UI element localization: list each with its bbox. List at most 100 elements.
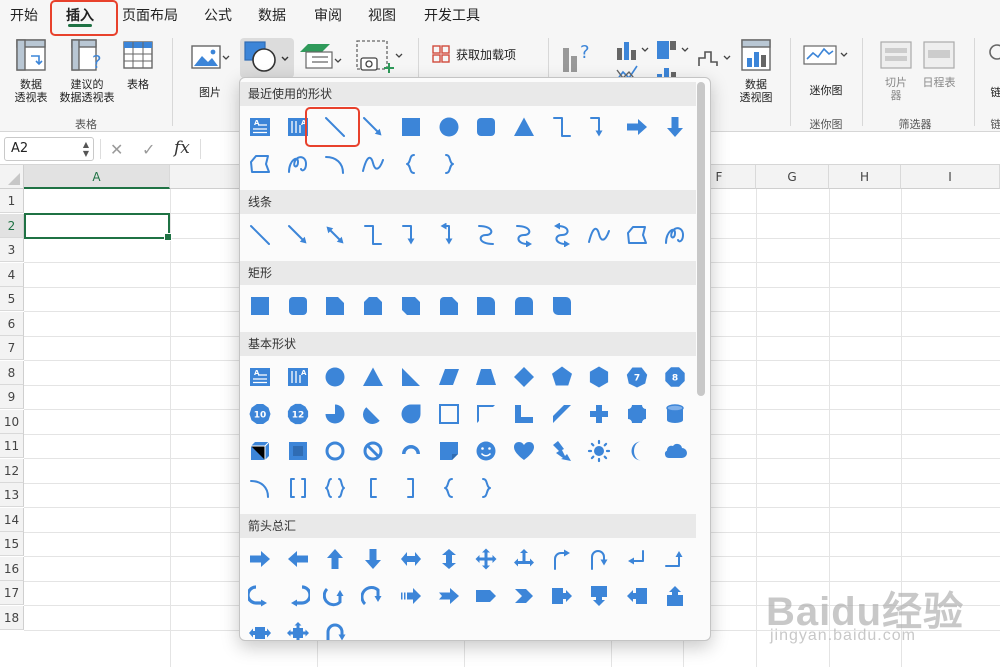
shape-parallelogram-icon[interactable] [434, 362, 464, 392]
recommended-pivot-button[interactable]: ? 建议的 数据透视表 [56, 38, 118, 104]
shape-pentagon-icon[interactable] [547, 362, 577, 392]
shape-l-shape-icon[interactable] [509, 399, 539, 429]
row-header[interactable]: 10 [0, 409, 24, 434]
shape-freeform-icon[interactable] [622, 220, 652, 250]
shape-down-arrow-icon[interactable] [358, 544, 388, 574]
shape-arrow-line-icon[interactable] [283, 220, 313, 250]
tab-2[interactable]: 页面布局 [122, 0, 178, 32]
shape-cloud-icon[interactable] [660, 436, 690, 466]
shape-elbow-connector-icon[interactable] [358, 220, 388, 250]
shape-double-arrow-line-icon[interactable] [320, 220, 350, 250]
shape-curve-icon[interactable] [584, 220, 614, 250]
shape-round-same-side-icon[interactable] [509, 291, 539, 321]
shape-rounded-rectangle-icon[interactable] [283, 291, 313, 321]
shape-line-icon[interactable] [245, 220, 275, 250]
shape-arc-icon[interactable] [320, 149, 350, 179]
shape-right-triangle-icon[interactable] [396, 362, 426, 392]
shape-heptagon-icon[interactable]: 7 [622, 362, 652, 392]
shapes-scrollbar[interactable] [697, 82, 705, 396]
row-header[interactable]: 14 [0, 507, 24, 532]
shape-left-up-arrow-icon[interactable] [622, 544, 652, 574]
shape-circular-arrow-icon[interactable] [320, 618, 350, 640]
tab-4[interactable]: 数据 [258, 0, 286, 32]
shape-curved-arrow-connector-icon[interactable] [509, 220, 539, 250]
row-header[interactable]: 9 [0, 385, 24, 409]
smartart-button[interactable] [298, 40, 342, 74]
shape-quad-arrow-callout-icon[interactable] [283, 618, 313, 640]
row-header[interactable]: 13 [0, 483, 24, 507]
shape-right-arrow-icon[interactable] [622, 112, 652, 142]
shape-left-right-arrow-icon[interactable] [396, 544, 426, 574]
shape-right-arrow-callout-icon[interactable] [547, 581, 577, 611]
shape-quad-arrow-icon[interactable] [471, 544, 501, 574]
shape-diagonal-stripe-icon[interactable] [547, 399, 577, 429]
shape-cube-icon[interactable] [245, 436, 275, 466]
shape-up-arrow-callout-icon[interactable] [660, 581, 690, 611]
shape-snip-same-side-icon[interactable] [358, 291, 388, 321]
shape-freeform-icon[interactable] [245, 149, 275, 179]
shape-left-right-up-arrow-icon[interactable] [509, 544, 539, 574]
active-cell-a2[interactable] [24, 213, 172, 241]
shape-folded-corner-icon[interactable] [434, 436, 464, 466]
screenshot-button[interactable] [354, 38, 406, 78]
shape-bevel-icon[interactable] [283, 436, 313, 466]
shape-plaque-icon[interactable] [622, 399, 652, 429]
slicer-button[interactable]: 切片 器 [874, 40, 918, 102]
column-header-i[interactable]: I [901, 165, 1000, 189]
shape-sun-icon[interactable] [584, 436, 614, 466]
shape-diamond-icon[interactable] [509, 362, 539, 392]
shape-left-bracket-icon[interactable] [358, 473, 388, 503]
shape-elbow-arrow-connector-icon[interactable] [584, 112, 614, 142]
shape-left-arrow-icon[interactable] [283, 544, 313, 574]
row-header[interactable]: 11 [0, 434, 24, 458]
row-header[interactable]: 8 [0, 360, 24, 385]
shape-triangle-icon[interactable] [509, 112, 539, 142]
cancel-icon[interactable]: ✕ [110, 140, 123, 159]
shape-vertical-text-box-icon[interactable]: A [283, 112, 313, 142]
shape-right-bracket-icon[interactable] [396, 473, 426, 503]
shape-curved-connector-icon[interactable] [471, 220, 501, 250]
shape-left-right-arrow-callout-icon[interactable] [245, 618, 275, 640]
column-header-a[interactable]: A [24, 165, 170, 189]
shape-up-down-arrow-icon[interactable] [434, 544, 464, 574]
name-box[interactable]: A2 ▲ ▼ [4, 137, 94, 161]
row-header[interactable]: 4 [0, 262, 24, 287]
row-header[interactable]: 15 [0, 532, 24, 556]
row-header[interactable]: 1 [0, 189, 24, 213]
recommended-charts-button[interactable]: ? [560, 40, 600, 76]
pivot-chart-button[interactable]: 数据 透视图 [734, 38, 778, 104]
shape-up-arrow-icon[interactable] [320, 544, 350, 574]
shape-snip-diagonal-icon[interactable] [396, 291, 426, 321]
shape-octagon-icon[interactable]: 8 [660, 362, 690, 392]
shape-curved-down-arrow-icon[interactable] [358, 581, 388, 611]
shape-elbow-arrow-connector-icon[interactable] [396, 220, 426, 250]
shape-oval-icon[interactable] [434, 112, 464, 142]
shape-rectangle-icon[interactable] [245, 291, 275, 321]
shape-frame-icon[interactable] [434, 399, 464, 429]
select-all-corner[interactable] [0, 165, 24, 189]
insert-function-button[interactable]: fx [174, 138, 190, 158]
get-addins-button[interactable]: 获取加载项 [432, 44, 542, 64]
shape-scribble-icon[interactable] [283, 149, 313, 179]
tab-1[interactable]: 插入 [66, 0, 94, 32]
column-header-h[interactable]: H [829, 165, 901, 189]
row-header[interactable]: 17 [0, 581, 24, 605]
shape-triangle-icon[interactable] [358, 362, 388, 392]
shape-double-brace-icon[interactable] [320, 473, 350, 503]
shape-oval-icon[interactable] [320, 362, 350, 392]
shape-hexagon-icon[interactable] [584, 362, 614, 392]
shape-elbow-double-arrow-icon[interactable] [434, 220, 464, 250]
shape-block-arc-icon[interactable] [396, 436, 426, 466]
row-header[interactable]: 16 [0, 556, 24, 581]
pictures-button[interactable]: 图片 [184, 40, 236, 99]
shape-teardrop-icon[interactable] [396, 399, 426, 429]
shape-cross-icon[interactable] [584, 399, 614, 429]
shape-right-arrow-icon[interactable] [245, 544, 275, 574]
shape-left-brace-icon[interactable] [396, 149, 426, 179]
table-button[interactable]: 表格 [120, 38, 156, 91]
pivot-table-button[interactable]: 数据 透视表 [6, 38, 56, 104]
sparklines-button[interactable]: 迷你图 [798, 40, 854, 97]
shapes-button[interactable] [240, 38, 294, 78]
shape-round-diagonal-icon[interactable] [547, 291, 577, 321]
shape-rounded-rectangle-icon[interactable] [471, 112, 501, 142]
